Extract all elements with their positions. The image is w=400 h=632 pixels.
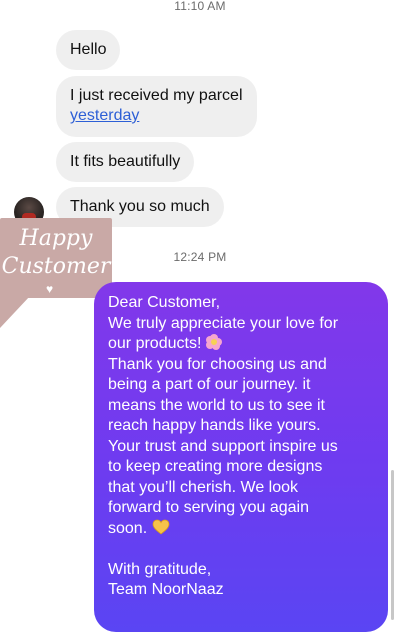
incoming-message[interactable]: It fits beautifully: [56, 142, 195, 182]
yellow-heart-icon: [152, 519, 169, 535]
message-line-text: our products!: [108, 335, 202, 352]
scrollbar[interactable]: [391, 470, 394, 620]
heart-icon: ♥: [46, 282, 54, 296]
message-line: our products!: [108, 334, 374, 355]
message-text: I just received my parcel: [70, 87, 243, 104]
message-line: forward to serving you again: [108, 499, 309, 516]
message-text: It fits beautifully: [70, 153, 181, 170]
timestamp: 12:24 PM: [173, 250, 227, 264]
message-line: that you’ll cherish. We look: [108, 478, 299, 496]
message-line: means the world to us to see it: [108, 396, 325, 414]
message-line: Your trust and support inspire us: [108, 437, 338, 455]
cherry-blossom-icon: [205, 334, 222, 350]
message-line: Dear Customer,: [108, 294, 221, 311]
message-line: Team NoorNaaz: [108, 581, 224, 598]
message-text: Thank you so much: [70, 198, 210, 215]
message-line: to keep creating more designs: [108, 458, 323, 475]
message-line-text: soon.: [108, 519, 148, 537]
message-line: With gratitude,: [108, 560, 212, 578]
message-line: [108, 539, 374, 560]
message-line: Thank you for choosing us and: [108, 355, 327, 373]
sticker-line1: Happy: [19, 226, 93, 251]
message-text: Hello: [70, 41, 107, 58]
message-line: soon.: [108, 519, 374, 540]
incoming-message[interactable]: Hello: [56, 30, 121, 70]
message-link[interactable]: yesterday: [70, 106, 243, 126]
sticker-tail: [0, 296, 30, 328]
message-line: reach happy hands like yours.: [108, 417, 321, 434]
message-line: being a part of our journey. it: [108, 376, 311, 393]
timestamp: 11:10 AM: [174, 0, 226, 13]
incoming-message[interactable]: I just received my parcel yesterday: [56, 76, 257, 137]
outgoing-message[interactable]: Dear Customer, We truly appreciate your …: [94, 282, 388, 632]
message-line: We truly appreciate your love for: [108, 314, 339, 332]
